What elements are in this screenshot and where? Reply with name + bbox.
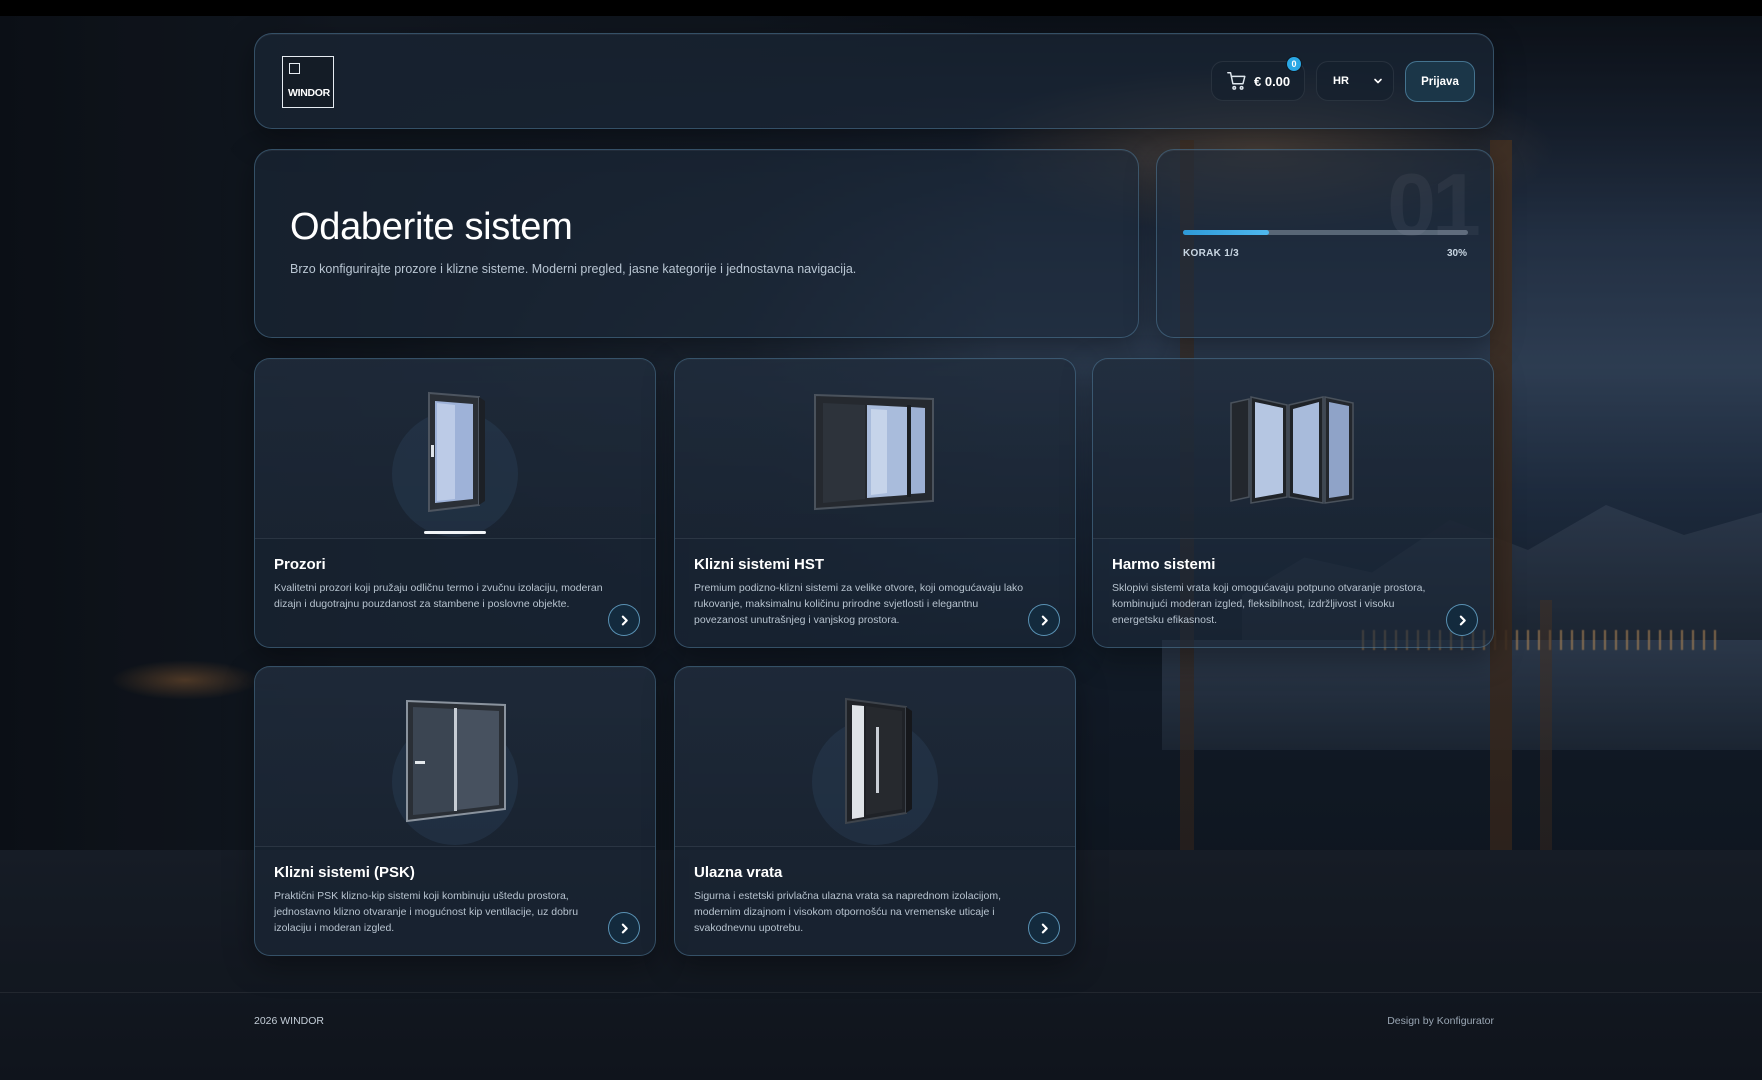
login-button[interactable]: Prijava (1405, 61, 1475, 102)
cart-button[interactable]: € 0.00 0 (1211, 56, 1305, 101)
card-image-area (1093, 359, 1493, 539)
progress-panel: 01 KORAK 1/3 30% (1156, 149, 1494, 338)
card-image-area (255, 359, 655, 539)
page-subtitle: Brzo konfigurirajte prozore i klizne sis… (290, 262, 857, 276)
card-description: Sigurna i estetski privlačna ulazna vrat… (694, 890, 1001, 934)
progress-track (1183, 230, 1468, 235)
system-card-klizni-psk[interactable]: Klizni sistemi (PSK) Praktični PSK klizn… (254, 666, 656, 956)
card-next-button[interactable] (1446, 604, 1478, 636)
progress-percent: 30% (1446, 248, 1467, 259)
card-title: Ulazna vrata (694, 864, 783, 881)
card-image-area (675, 667, 1075, 847)
card-next-button[interactable] (1028, 912, 1060, 944)
card-image-area (675, 359, 1075, 539)
card-title: Klizni sistemi (PSK) (274, 864, 415, 881)
system-card-ulazna-vrata[interactable]: Ulazna vrata Sigurna i estetski privlačn… (674, 666, 1076, 956)
top-header: WINDOR € 0.00 0 HR Prijava (254, 33, 1494, 129)
cart-count-badge: 0 (1286, 56, 1302, 72)
progress-fill (1183, 230, 1269, 235)
system-card-klizni-hst[interactable]: Klizni sistemi HST Premium podizno-klizn… (674, 358, 1076, 648)
chevron-right-icon (621, 923, 628, 933)
card-description: Premium podizno-klizni sistemi za velike… (694, 582, 1024, 626)
folding-door-icon (1230, 396, 1354, 504)
card-description: Praktični PSK klizno-kip sistemi koji ko… (274, 890, 579, 934)
logo-square-icon (289, 63, 300, 74)
hero-panel: Odaberite sistem Brzo konfigurirajte pro… (254, 149, 1139, 338)
chevron-right-icon (621, 615, 628, 625)
window-icon (428, 391, 485, 513)
system-card-prozori[interactable]: Prozori Kvalitetni prozori koji pružaju … (254, 358, 656, 648)
entrance-door-icon (845, 697, 912, 825)
system-card-harmo[interactable]: Harmo sistemi Sklopivi sistemi vrata koj… (1092, 358, 1494, 648)
chevron-right-icon (1041, 615, 1048, 625)
chevron-right-icon (1459, 615, 1466, 625)
psk-window-icon (406, 699, 506, 823)
chevron-right-icon (1041, 923, 1048, 933)
card-title: Prozori (274, 556, 326, 573)
step-big-number: 01 (1387, 155, 1481, 254)
footer-credit[interactable]: Design by Konfigurator (1387, 1015, 1494, 1027)
card-next-button[interactable] (608, 604, 640, 636)
card-description: Kvalitetni prozori koji pružaju odličnu … (274, 582, 603, 610)
card-description: Sklopivi sistemi vrata koji omogućavaju … (1112, 582, 1426, 626)
selected-indicator (424, 531, 486, 534)
windor-logo[interactable]: WINDOR (282, 56, 334, 108)
step-label: KORAK 1/3 (1183, 248, 1240, 259)
chevron-down-icon (1374, 78, 1382, 84)
card-title: Harmo sistemi (1112, 556, 1216, 573)
language-value: HR (1333, 75, 1349, 87)
logo-text: WINDOR (288, 87, 330, 99)
card-image-area (255, 667, 655, 847)
card-next-button[interactable] (608, 912, 640, 944)
page-title: Odaberite sistem (290, 206, 573, 248)
language-select[interactable]: HR (1316, 61, 1394, 101)
cart-total: € 0.00 (1254, 73, 1291, 89)
footer-copyright: 2026 WINDOR (254, 1015, 325, 1027)
footer-divider (0, 992, 1762, 993)
card-title: Klizni sistemi HST (694, 556, 825, 573)
sliding-door-icon (814, 393, 934, 511)
cart-icon (1227, 72, 1246, 90)
card-next-button[interactable] (1028, 604, 1060, 636)
